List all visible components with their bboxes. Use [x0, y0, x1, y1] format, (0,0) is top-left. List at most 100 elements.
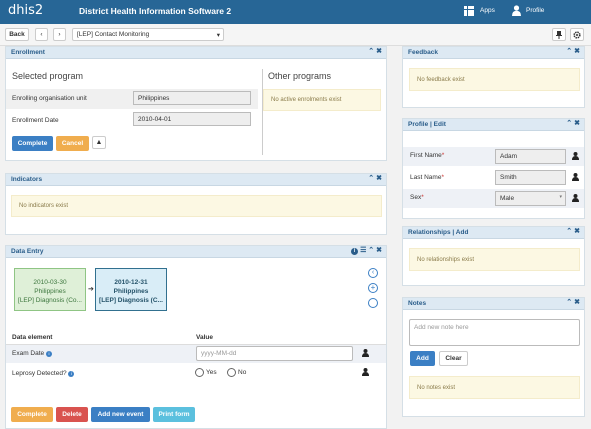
profile-person-icon[interactable]	[512, 5, 521, 18]
person-icon[interactable]	[572, 194, 579, 204]
org-unit-label: Enrolling organisation unit	[12, 95, 87, 102]
person-icon[interactable]	[362, 349, 369, 359]
clear-note-button[interactable]: Clear	[439, 351, 468, 366]
dhis2-logo[interactable]: dhis2	[8, 3, 43, 18]
close-icon[interactable]: ✖	[376, 175, 382, 182]
profile-menu-label[interactable]: Profile	[526, 7, 544, 14]
person-icon[interactable]	[572, 173, 579, 183]
notes-title: Notes	[408, 300, 427, 307]
apps-grid-icon[interactable]	[464, 6, 474, 16]
value-column-header: Value	[196, 334, 213, 341]
add-event-plus-icon[interactable]: +	[368, 283, 378, 293]
sex-select[interactable]: Male ▾	[495, 191, 566, 206]
info-icon[interactable]: i	[45, 351, 52, 357]
selected-program-heading: Selected program	[12, 71, 84, 81]
indicators-panel: Indicators ⌃ ✖ No indicators exist	[5, 173, 387, 235]
sex-label: Sex*	[410, 194, 424, 201]
sex-select-value: Male	[500, 195, 515, 202]
leprosy-no-radio[interactable]: No	[227, 368, 246, 377]
event-org-unit: Philippines	[34, 288, 66, 295]
enrollment-complete-button[interactable]: Complete	[12, 136, 53, 151]
info-icon[interactable]: i	[351, 248, 359, 255]
data-entry-title: Data Entry	[11, 248, 44, 255]
event-complete-button[interactable]: Complete	[11, 407, 53, 422]
leprosy-detected-label: Leprosy Detected? i	[12, 370, 75, 377]
clock-icon[interactable]	[368, 298, 378, 308]
close-icon[interactable]: ✖	[376, 48, 382, 55]
back-button[interactable]: Back	[5, 28, 29, 41]
person-icon[interactable]	[572, 152, 579, 162]
previous-button[interactable]: ‹	[35, 28, 48, 41]
info-icon[interactable]: i	[68, 371, 75, 377]
org-unit-field[interactable]: Philippines	[133, 91, 251, 105]
close-icon[interactable]: ✖	[574, 48, 580, 55]
list-icon[interactable]: ☰	[360, 247, 366, 254]
radio-circle[interactable]	[227, 368, 236, 377]
indicators-title: Indicators	[11, 176, 43, 183]
event-card-selected[interactable]: 2010-12-31 Philippines [LEP] Diagnosis (…	[95, 268, 167, 311]
collapse-icon[interactable]: ⌃	[368, 175, 374, 182]
no-feedback-message: No feedback exist	[409, 68, 580, 91]
no-indicators-message: No indicators exist	[11, 195, 382, 217]
program-select[interactable]: [LEP] Contact Monitoring ▾	[72, 28, 224, 41]
enrollment-date-label: Enrollment Date	[12, 117, 59, 124]
top-header: dhis2 District Health Information Softwa…	[0, 0, 591, 24]
enrollment-title: Enrollment	[11, 49, 45, 56]
vertical-divider	[262, 69, 263, 155]
relationships-title[interactable]: Relationships | Add	[408, 229, 468, 236]
warning-icon: ▲	[95, 139, 103, 146]
notes-panel: Notes ⌃ ✖ Add new note here Add Clear No…	[402, 297, 585, 417]
toolbar: Back ‹ › [LEP] Contact Monitoring ▾	[0, 24, 591, 46]
settings-button[interactable]	[570, 28, 584, 41]
event-date: 2010-12-31	[114, 279, 148, 286]
add-note-button[interactable]: Add	[410, 351, 435, 366]
close-icon[interactable]: ✖	[574, 120, 580, 127]
enrollment-panel: Enrollment ⌃ ✖ Selected program Enrollin…	[5, 46, 387, 161]
no-active-enrollments-message: No active enrolments exist	[263, 89, 381, 111]
profile-panel: Profile | Edit ⌃ ✖ First Name* Adam Last…	[402, 118, 585, 219]
exam-date-label: Exam Date i	[12, 350, 52, 357]
close-icon[interactable]: ✖	[574, 228, 580, 235]
print-form-button[interactable]: Print form	[153, 407, 195, 422]
leprosy-yes-radio[interactable]: Yes	[195, 368, 217, 377]
collapse-icon[interactable]: ⌃	[566, 48, 572, 55]
chevron-down-icon: ▾	[216, 32, 220, 39]
last-name-field[interactable]: Smith	[495, 170, 566, 185]
warning-button[interactable]: ▲	[92, 136, 106, 149]
event-card-completed[interactable]: 2010-03-30 Philippines [LEP] Diagnosis (…	[14, 268, 86, 311]
exam-date-input[interactable]: yyyy-MM-dd	[196, 346, 353, 361]
new-note-textarea[interactable]: Add new note here	[409, 319, 580, 346]
relationships-panel: Relationships | Add ⌃ ✖ No relationships…	[402, 226, 585, 286]
feedback-panel: Feedback ⌃ ✖ No feedback exist	[402, 46, 585, 108]
person-icon[interactable]	[362, 368, 369, 378]
arrow-right-icon: ➔	[88, 286, 94, 293]
first-name-field[interactable]: Adam	[495, 149, 566, 164]
event-delete-button[interactable]: Delete	[56, 407, 88, 422]
collapse-icon[interactable]: ⌃	[368, 48, 374, 55]
other-programs-heading: Other programs	[268, 71, 332, 81]
data-element-column-header: Data element	[12, 334, 53, 341]
collapse-icon[interactable]: ⌃	[566, 120, 572, 127]
pushpin-icon	[556, 30, 562, 39]
collapse-icon[interactable]: ⌃	[566, 299, 572, 306]
event-stage: [LEP] Diagnosis (Co...	[18, 297, 82, 304]
enrollment-date-field[interactable]: 2010-04-01	[133, 112, 251, 126]
collapse-icon[interactable]: ⌃	[566, 228, 572, 235]
close-icon[interactable]: ✖	[376, 247, 382, 254]
no-notes-message: No notes exist	[409, 376, 580, 399]
chevron-left-icon[interactable]: ‹	[368, 268, 378, 278]
pin-button[interactable]	[552, 28, 566, 41]
apps-menu-label[interactable]: Apps	[480, 7, 495, 14]
app-title: District Health Information Software 2	[79, 6, 232, 16]
last-name-label: Last Name*	[410, 174, 444, 181]
enrollment-cancel-button[interactable]: Cancel	[56, 136, 89, 151]
radio-circle[interactable]	[195, 368, 204, 377]
close-icon[interactable]: ✖	[574, 299, 580, 306]
profile-title[interactable]: Profile | Edit	[408, 121, 446, 128]
add-new-event-button[interactable]: Add new event	[91, 407, 150, 422]
next-button[interactable]: ›	[53, 28, 66, 41]
gear-icon	[573, 30, 581, 39]
feedback-title: Feedback	[408, 49, 438, 56]
collapse-icon[interactable]: ⌃	[368, 247, 374, 254]
chevron-down-icon: ▾	[559, 194, 562, 200]
